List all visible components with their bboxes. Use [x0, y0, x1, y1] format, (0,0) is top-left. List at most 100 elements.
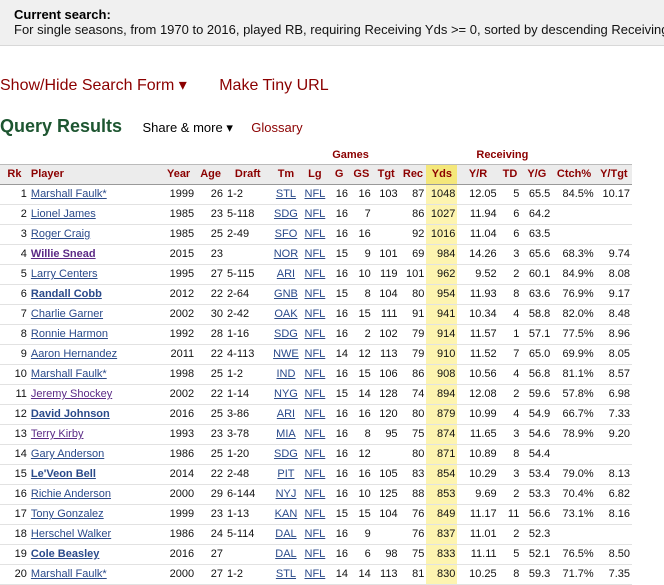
column-header-draft[interactable]: Draft — [225, 164, 271, 185]
team-link[interactable]: DAL — [275, 528, 296, 540]
column-header-lg[interactable]: Lg — [301, 164, 329, 185]
player-link[interactable]: Richie Anderson — [31, 488, 111, 500]
column-header-td[interactable]: TD — [498, 164, 522, 185]
league-link[interactable]: NFL — [305, 568, 326, 580]
column-header-age[interactable]: Age — [196, 164, 226, 185]
cell-year: 2016 — [161, 404, 197, 425]
player-link[interactable]: David Johnson — [31, 408, 110, 420]
share-and-more-menu[interactable]: Share & more ▾ — [143, 120, 233, 135]
column-header-y-tgt[interactable]: Y/Tgt — [595, 164, 632, 185]
league-link[interactable]: NFL — [305, 268, 326, 280]
player-link[interactable]: Jeremy Shockey — [31, 388, 112, 400]
team-link[interactable]: SDG — [274, 448, 298, 460]
player-link[interactable]: Marshall Faulk* — [31, 568, 107, 580]
cell-g: 15 — [328, 284, 351, 305]
team-link[interactable]: KAN — [275, 508, 298, 520]
cell-rec: 74 — [399, 384, 427, 405]
cell-g: 15 — [328, 504, 351, 525]
league-link[interactable]: NFL — [305, 548, 326, 560]
table-row: 1 Marshall Faulk* 1999 26 1-2 STL NFL 16 16 103 87… — [0, 184, 632, 205]
league-link[interactable]: NFL — [305, 448, 326, 460]
league-link[interactable]: NFL — [305, 428, 326, 440]
league-link[interactable]: NFL — [305, 288, 326, 300]
league-link[interactable]: NFL — [305, 248, 326, 260]
team-link[interactable]: ARI — [277, 268, 295, 280]
team-link[interactable]: DAL — [275, 548, 296, 560]
team-link[interactable]: STL — [276, 188, 296, 200]
player-link[interactable]: Willie Snead — [31, 248, 96, 260]
column-header-year[interactable]: Year — [161, 164, 197, 185]
player-cell: Willie Snead — [28, 244, 162, 265]
team-link[interactable]: SFO — [275, 228, 298, 240]
player-link[interactable]: Lionel James — [31, 208, 96, 220]
team-cell: OAK — [270, 304, 302, 325]
team-link[interactable]: SDG — [274, 208, 298, 220]
team-link[interactable]: STL — [276, 568, 296, 580]
cell-g: 15 — [328, 244, 351, 265]
team-link[interactable]: MIA — [276, 428, 296, 440]
league-link[interactable]: NFL — [305, 308, 326, 320]
player-link[interactable]: Randall Cobb — [31, 288, 102, 300]
league-cell: NFL — [301, 344, 329, 365]
glossary-link[interactable]: Glossary — [251, 120, 302, 135]
games-group-header: Games — [328, 147, 373, 165]
league-link[interactable]: NFL — [305, 328, 326, 340]
make-tiny-url-link[interactable]: Make Tiny URL — [219, 77, 328, 94]
team-cell: ARI — [270, 264, 302, 285]
team-link[interactable]: NOR — [274, 248, 298, 260]
column-header-player[interactable]: Player — [28, 164, 162, 185]
player-link[interactable]: Terry Kirby — [31, 428, 84, 440]
player-link[interactable]: Charlie Garner — [31, 308, 103, 320]
league-link[interactable]: NFL — [305, 508, 326, 520]
league-link[interactable]: NFL — [305, 408, 326, 420]
team-link[interactable]: NWE — [273, 348, 299, 360]
show-hide-search-form-link[interactable]: Show/Hide Search Form ▾ — [0, 77, 187, 94]
column-header-tm[interactable]: Tm — [270, 164, 302, 185]
league-cell: NFL — [301, 184, 329, 205]
team-link[interactable]: PIT — [277, 468, 294, 480]
team-link[interactable]: NYJ — [276, 488, 297, 500]
player-link[interactable]: Gary Anderson — [31, 448, 104, 460]
player-link[interactable]: Cole Beasley — [31, 548, 99, 560]
cell-y-tgt: 7.33 — [595, 404, 632, 425]
column-header-g[interactable]: G — [328, 164, 351, 185]
league-link[interactable]: NFL — [305, 528, 326, 540]
player-link[interactable]: Marshall Faulk* — [31, 188, 107, 200]
column-header-rk[interactable]: Rk — [0, 164, 29, 185]
team-link[interactable]: SDG — [274, 328, 298, 340]
cell-yds: 954 — [426, 284, 458, 305]
cell-ctch-: 79.0% — [552, 464, 596, 485]
team-link[interactable]: ARI — [277, 408, 295, 420]
team-link[interactable]: NYG — [274, 388, 298, 400]
column-header-gs[interactable]: GS — [350, 164, 373, 185]
player-link[interactable]: Marshall Faulk* — [31, 368, 107, 380]
player-link[interactable]: Aaron Hernandez — [31, 348, 117, 360]
cell-draft: 1-16 — [225, 324, 271, 345]
league-link[interactable]: NFL — [305, 388, 326, 400]
column-header-y-g[interactable]: Y/G — [521, 164, 553, 185]
player-link[interactable]: Ronnie Harmon — [31, 328, 108, 340]
league-link[interactable]: NFL — [305, 468, 326, 480]
player-link[interactable]: Tony Gonzalez — [31, 508, 104, 520]
column-header-rec[interactable]: Rec — [399, 164, 427, 185]
player-link[interactable]: Herschel Walker — [31, 528, 111, 540]
team-link[interactable]: GNB — [274, 288, 298, 300]
column-header-yds[interactable]: Yds — [426, 164, 458, 185]
player-link[interactable]: Roger Craig — [31, 228, 90, 240]
team-link[interactable]: IND — [276, 368, 295, 380]
column-header-ctch-[interactable]: Ctch% — [552, 164, 596, 185]
team-link[interactable]: OAK — [274, 308, 297, 320]
cell-age: 22 — [196, 464, 226, 485]
cell-rec: 75 — [399, 544, 427, 565]
column-header-tgt[interactable]: Tgt — [372, 164, 400, 185]
league-link[interactable]: NFL — [305, 228, 326, 240]
column-header-y-r[interactable]: Y/R — [457, 164, 499, 185]
league-link[interactable]: NFL — [305, 348, 326, 360]
cell-ctch- — [552, 524, 596, 545]
league-link[interactable]: NFL — [305, 488, 326, 500]
league-link[interactable]: NFL — [305, 208, 326, 220]
player-link[interactable]: Larry Centers — [31, 268, 98, 280]
league-link[interactable]: NFL — [305, 368, 326, 380]
player-link[interactable]: Le'Veon Bell — [31, 468, 96, 480]
league-link[interactable]: NFL — [305, 188, 326, 200]
